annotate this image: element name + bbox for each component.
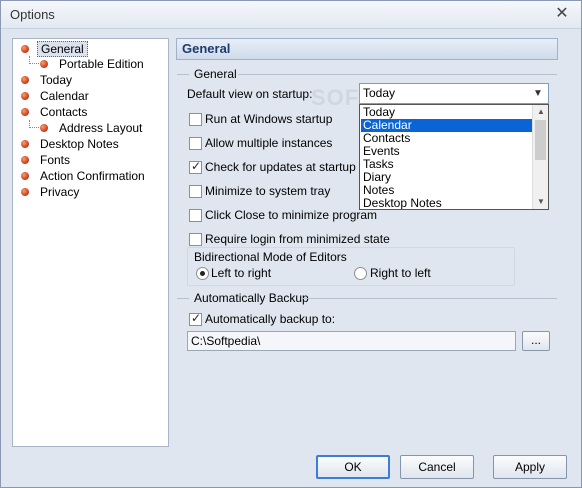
tree-item-label: Action Confirmation [40, 169, 145, 183]
chevron-down-icon[interactable]: ▼ [532, 84, 544, 103]
default-view-select[interactable]: Today ▼ [359, 83, 549, 104]
bullet-icon [21, 76, 29, 84]
check-updates-checkbox[interactable] [189, 159, 202, 174]
auto-backup-label: Automatically backup to: [205, 312, 336, 326]
left-to-right-label: Left to right [211, 266, 272, 280]
right-to-left-radio[interactable] [354, 267, 367, 280]
general-group-title: General [194, 67, 237, 81]
dropdown-option[interactable]: Desktop Notes [361, 197, 532, 210]
require-login-label: Require login from minimized state [205, 232, 390, 246]
scroll-down-icon[interactable]: ▼ [533, 195, 548, 209]
apply-button[interactable]: Apply [493, 455, 567, 479]
scroll-up-icon[interactable]: ▲ [533, 105, 548, 119]
close-icon[interactable]: ✕ [551, 4, 573, 24]
tree-item-label: Fonts [40, 153, 71, 167]
window-title: Options [10, 7, 55, 22]
right-to-left-label: Right to left [370, 266, 431, 280]
bullet-icon [40, 60, 48, 68]
tree-item-label: Calendar [40, 89, 89, 103]
group-divider [301, 298, 557, 299]
options-window: Options ✕ General Portable Edition Today… [0, 0, 582, 488]
bullet-icon [21, 156, 29, 164]
tree-item-label: Privacy [40, 185, 80, 199]
group-divider [177, 298, 189, 299]
bullet-icon [21, 108, 29, 116]
options-tree: General Portable Edition Today Calendar … [12, 38, 169, 447]
allow-multiple-label: Allow multiple instances [205, 136, 333, 150]
group-divider [177, 74, 189, 75]
tree-item-label: Portable Edition [59, 57, 144, 71]
panel-header: General [176, 38, 558, 60]
bullet-icon [21, 92, 29, 100]
browse-button[interactable]: ... [522, 331, 550, 351]
tree-item-label: Address Layout [59, 121, 143, 135]
bullet-icon [21, 172, 29, 180]
minimize-tray-label: Minimize to system tray [205, 184, 331, 198]
check-updates-label: Check for updates at startup [205, 160, 356, 174]
dropdown-scrollbar[interactable]: ▲ ▼ [532, 105, 548, 209]
allow-multiple-checkbox[interactable] [189, 137, 202, 150]
cancel-button[interactable]: Cancel [400, 455, 474, 479]
left-to-right-radio[interactable] [196, 267, 209, 280]
backup-path-input[interactable]: C:\Softpedia\ [187, 331, 516, 351]
tree-item-label: Desktop Notes [40, 137, 119, 151]
run-at-startup-checkbox[interactable] [189, 113, 202, 126]
run-at-startup-label: Run at Windows startup [205, 112, 333, 126]
group-divider [238, 74, 557, 75]
auto-backup-checkbox[interactable] [189, 311, 202, 326]
default-view-label: Default view on startup: [187, 87, 313, 101]
bullet-icon [21, 140, 29, 148]
bidi-title: Bidirectional Mode of Editors [194, 250, 347, 264]
tree-item-label: Today [40, 73, 73, 87]
tree-item-label: General [37, 41, 88, 57]
default-view-dropdown: Today Calendar Contacts Events Tasks Dia… [359, 104, 549, 210]
scroll-thumb[interactable] [535, 120, 546, 160]
bullet-icon [21, 45, 29, 53]
tree-item-label: Contacts [40, 105, 88, 119]
close-minimize-label: Click Close to minimize program [205, 208, 378, 222]
ok-button[interactable]: OK [316, 455, 390, 479]
bullet-icon [21, 188, 29, 196]
backup-group-title: Automatically Backup [194, 291, 309, 305]
minimize-tray-checkbox[interactable] [189, 185, 202, 198]
default-view-value: Today [363, 86, 396, 100]
title-bar: Options ✕ [1, 1, 581, 29]
require-login-checkbox[interactable] [189, 233, 202, 246]
bullet-icon [40, 124, 48, 132]
close-minimize-checkbox[interactable] [189, 209, 202, 222]
